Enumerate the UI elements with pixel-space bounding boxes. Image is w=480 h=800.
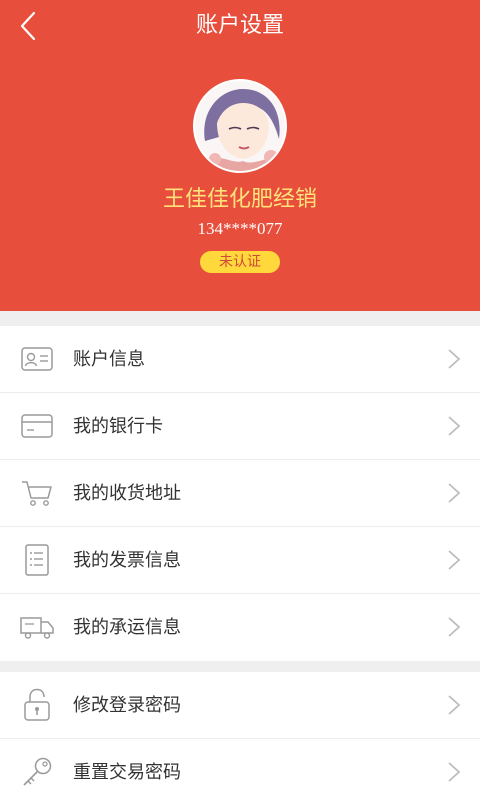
- phone-number: 134****077: [197, 219, 283, 238]
- menu-item-bank-card[interactable]: 我的银行卡: [0, 393, 480, 460]
- lock-icon: [19, 688, 55, 722]
- chevron-right-icon: [448, 695, 461, 715]
- settings-group-security: 修改登录密码 重置交易密码: [0, 672, 480, 800]
- menu-item-label: 我的银行卡: [73, 416, 163, 437]
- status-badge[interactable]: 未认证: [200, 251, 280, 273]
- profile-header: 账户设置 王佳佳化肥经销 134****077 未认证: [0, 0, 480, 311]
- menu-item-shipping-address[interactable]: 我的收货地址: [0, 460, 480, 527]
- menu-item-account-info[interactable]: 账户信息: [0, 326, 480, 393]
- avatar[interactable]: [193, 79, 287, 173]
- page-title: 账户设置: [195, 13, 284, 38]
- menu-item-label: 我的收货地址: [73, 483, 181, 504]
- menu-item-label: 我的承运信息: [73, 617, 181, 638]
- settings-group-account: 账户信息 我的银行卡 我的收货地址 我的发票信息 我的承运信息: [0, 326, 480, 661]
- menu-item-change-login-password[interactable]: 修改登录密码: [0, 672, 480, 739]
- avatar-image: [195, 81, 285, 171]
- menu-item-reset-trade-password[interactable]: 重置交易密码: [0, 739, 480, 800]
- menu-item-label: 账户信息: [73, 349, 145, 370]
- account-name: 王佳佳化肥经销: [162, 187, 317, 212]
- chevron-right-icon: [448, 617, 461, 637]
- chevron-right-icon: [448, 349, 461, 369]
- chevron-right-icon: [448, 762, 461, 782]
- bank-card-icon: [19, 409, 55, 443]
- truck-icon: [19, 610, 55, 644]
- id-card-icon: [19, 342, 55, 376]
- cart-icon: [19, 476, 55, 510]
- menu-item-label: 重置交易密码: [73, 762, 181, 783]
- chevron-right-icon: [448, 483, 461, 503]
- menu-item-label: 修改登录密码: [73, 695, 181, 716]
- menu-item-label: 我的发票信息: [73, 550, 181, 571]
- chevron-right-icon: [448, 416, 461, 436]
- menu-item-invoice-info[interactable]: 我的发票信息: [0, 527, 480, 594]
- menu-item-carrier-info[interactable]: 我的承运信息: [0, 594, 480, 661]
- chevron-right-icon: [448, 550, 461, 570]
- key-icon: [19, 755, 55, 789]
- invoice-icon: [19, 543, 55, 577]
